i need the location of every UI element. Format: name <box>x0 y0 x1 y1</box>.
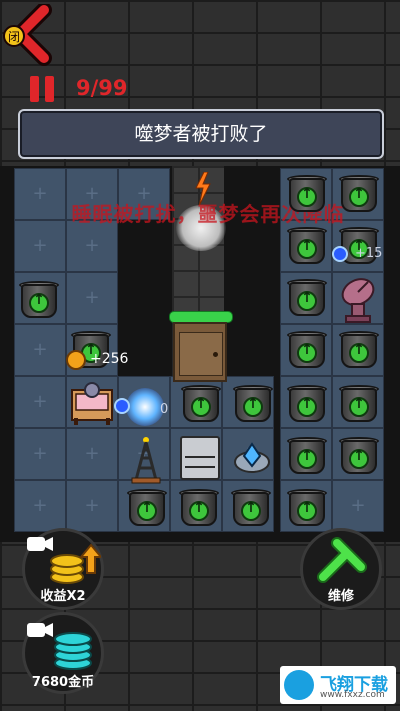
door-knob <box>213 352 218 357</box>
repair-label: 维修 <box>327 589 354 604</box>
storage-cabinet[interactable] <box>180 436 220 480</box>
gold-gain-text-2: +15 <box>355 246 383 261</box>
notice-banner: 噬梦者被打败了 <box>18 109 384 159</box>
upgrade-arrow-icon <box>297 448 317 469</box>
floor-tile[interactable] <box>332 480 384 532</box>
blue-orb <box>332 246 348 262</box>
upgrade-bucket[interactable] <box>286 224 328 266</box>
upgrade-bucket[interactable] <box>286 486 328 528</box>
wave-counter: 9/99 <box>76 76 128 100</box>
upgrade-bucket[interactable] <box>232 382 274 424</box>
upgrade-arrow-icon <box>297 342 317 363</box>
floor-tile[interactable] <box>66 272 118 324</box>
upgrade-arrow-icon <box>297 290 317 311</box>
upgrade-bucket[interactable] <box>338 172 380 214</box>
upgrade-bucket[interactable] <box>180 382 222 424</box>
upgrade-arrow-icon <box>191 396 211 417</box>
video-coins-icon <box>27 537 101 584</box>
close-label: 闭 <box>8 30 20 44</box>
back-button[interactable]: 闭 <box>2 2 64 66</box>
upgrade-bucket[interactable] <box>178 486 220 528</box>
crystal-device-icon <box>234 442 270 473</box>
floor-tile[interactable] <box>66 220 118 272</box>
pause-icon-bar-left <box>30 76 39 102</box>
upgrade-arrow-icon <box>297 238 317 259</box>
coins-label: 7680金币 <box>31 675 95 690</box>
floor-tile[interactable] <box>14 376 66 428</box>
bed-icon[interactable] <box>70 380 114 426</box>
upgrade-bucket[interactable] <box>338 328 380 370</box>
upgrade-arrow-icon <box>349 396 369 417</box>
upgrade-arrow-icon <box>189 500 209 521</box>
coins-button[interactable]: 7680金币 <box>22 612 104 694</box>
upgrade-bucket[interactable] <box>338 382 380 424</box>
watermark-url: www.fxxz.com <box>320 690 385 700</box>
upgrade-arrow-icon <box>349 342 369 363</box>
cabinet-divider <box>185 456 215 458</box>
upgrade-bucket[interactable] <box>286 328 328 370</box>
upgrade-bucket[interactable] <box>286 276 328 318</box>
signal-tower-icon <box>131 437 161 484</box>
floor-tile[interactable] <box>66 428 118 480</box>
cabinet-divider <box>185 466 215 468</box>
floor-tile[interactable] <box>14 480 66 532</box>
floor-tile[interactable] <box>14 220 66 272</box>
floor-tile[interactable] <box>14 324 66 376</box>
upgrade-bucket[interactable] <box>18 278 60 320</box>
wrench-icon <box>317 537 367 583</box>
blue-orb <box>114 398 130 414</box>
floor-tile[interactable] <box>66 480 118 532</box>
upgrade-bucket[interactable] <box>230 486 272 528</box>
upgrade-bucket[interactable] <box>286 172 328 214</box>
upgrade-arrow-icon <box>29 292 49 313</box>
upgrade-bucket[interactable] <box>286 382 328 424</box>
video-gems-icon <box>27 623 92 670</box>
energy-blast <box>126 388 164 426</box>
repair-button[interactable]: 维修 <box>300 528 382 610</box>
gold-gain-text: +256 <box>90 351 129 367</box>
upgrade-arrow-icon <box>137 500 157 521</box>
upgrade-arrow-icon <box>349 186 369 207</box>
upgrade-arrow-icon <box>349 448 369 469</box>
back-arrow-icon: 闭 <box>3 2 52 66</box>
top-bar: 闭 9/99 <box>0 0 400 110</box>
upgrade-arrow-icon <box>243 396 263 417</box>
floor-tile[interactable] <box>14 428 66 480</box>
pause-button[interactable] <box>30 76 56 102</box>
upgrade-bucket[interactable] <box>286 434 328 476</box>
pause-icon-bar-right <box>45 76 54 102</box>
double-income-button[interactable]: 收益X2 <box>22 528 104 610</box>
double-income-label: 收益X2 <box>40 589 86 604</box>
watermark: 飞翔下载 www.fxxz.com <box>280 666 396 704</box>
upgrade-bucket[interactable] <box>126 486 168 528</box>
upgrade-bucket[interactable] <box>338 434 380 476</box>
upgrade-arrow-icon <box>297 186 317 207</box>
damage-text: 0 <box>160 402 169 417</box>
upgrade-arrow-icon <box>297 500 317 521</box>
watermark-logo-icon <box>284 670 314 700</box>
upgrade-arrow-icon <box>297 396 317 417</box>
upgrade-arrow-icon <box>241 500 261 521</box>
satellite-dish-icon <box>341 278 375 323</box>
gold-coin-icon <box>66 350 86 370</box>
door[interactable] <box>173 322 227 382</box>
